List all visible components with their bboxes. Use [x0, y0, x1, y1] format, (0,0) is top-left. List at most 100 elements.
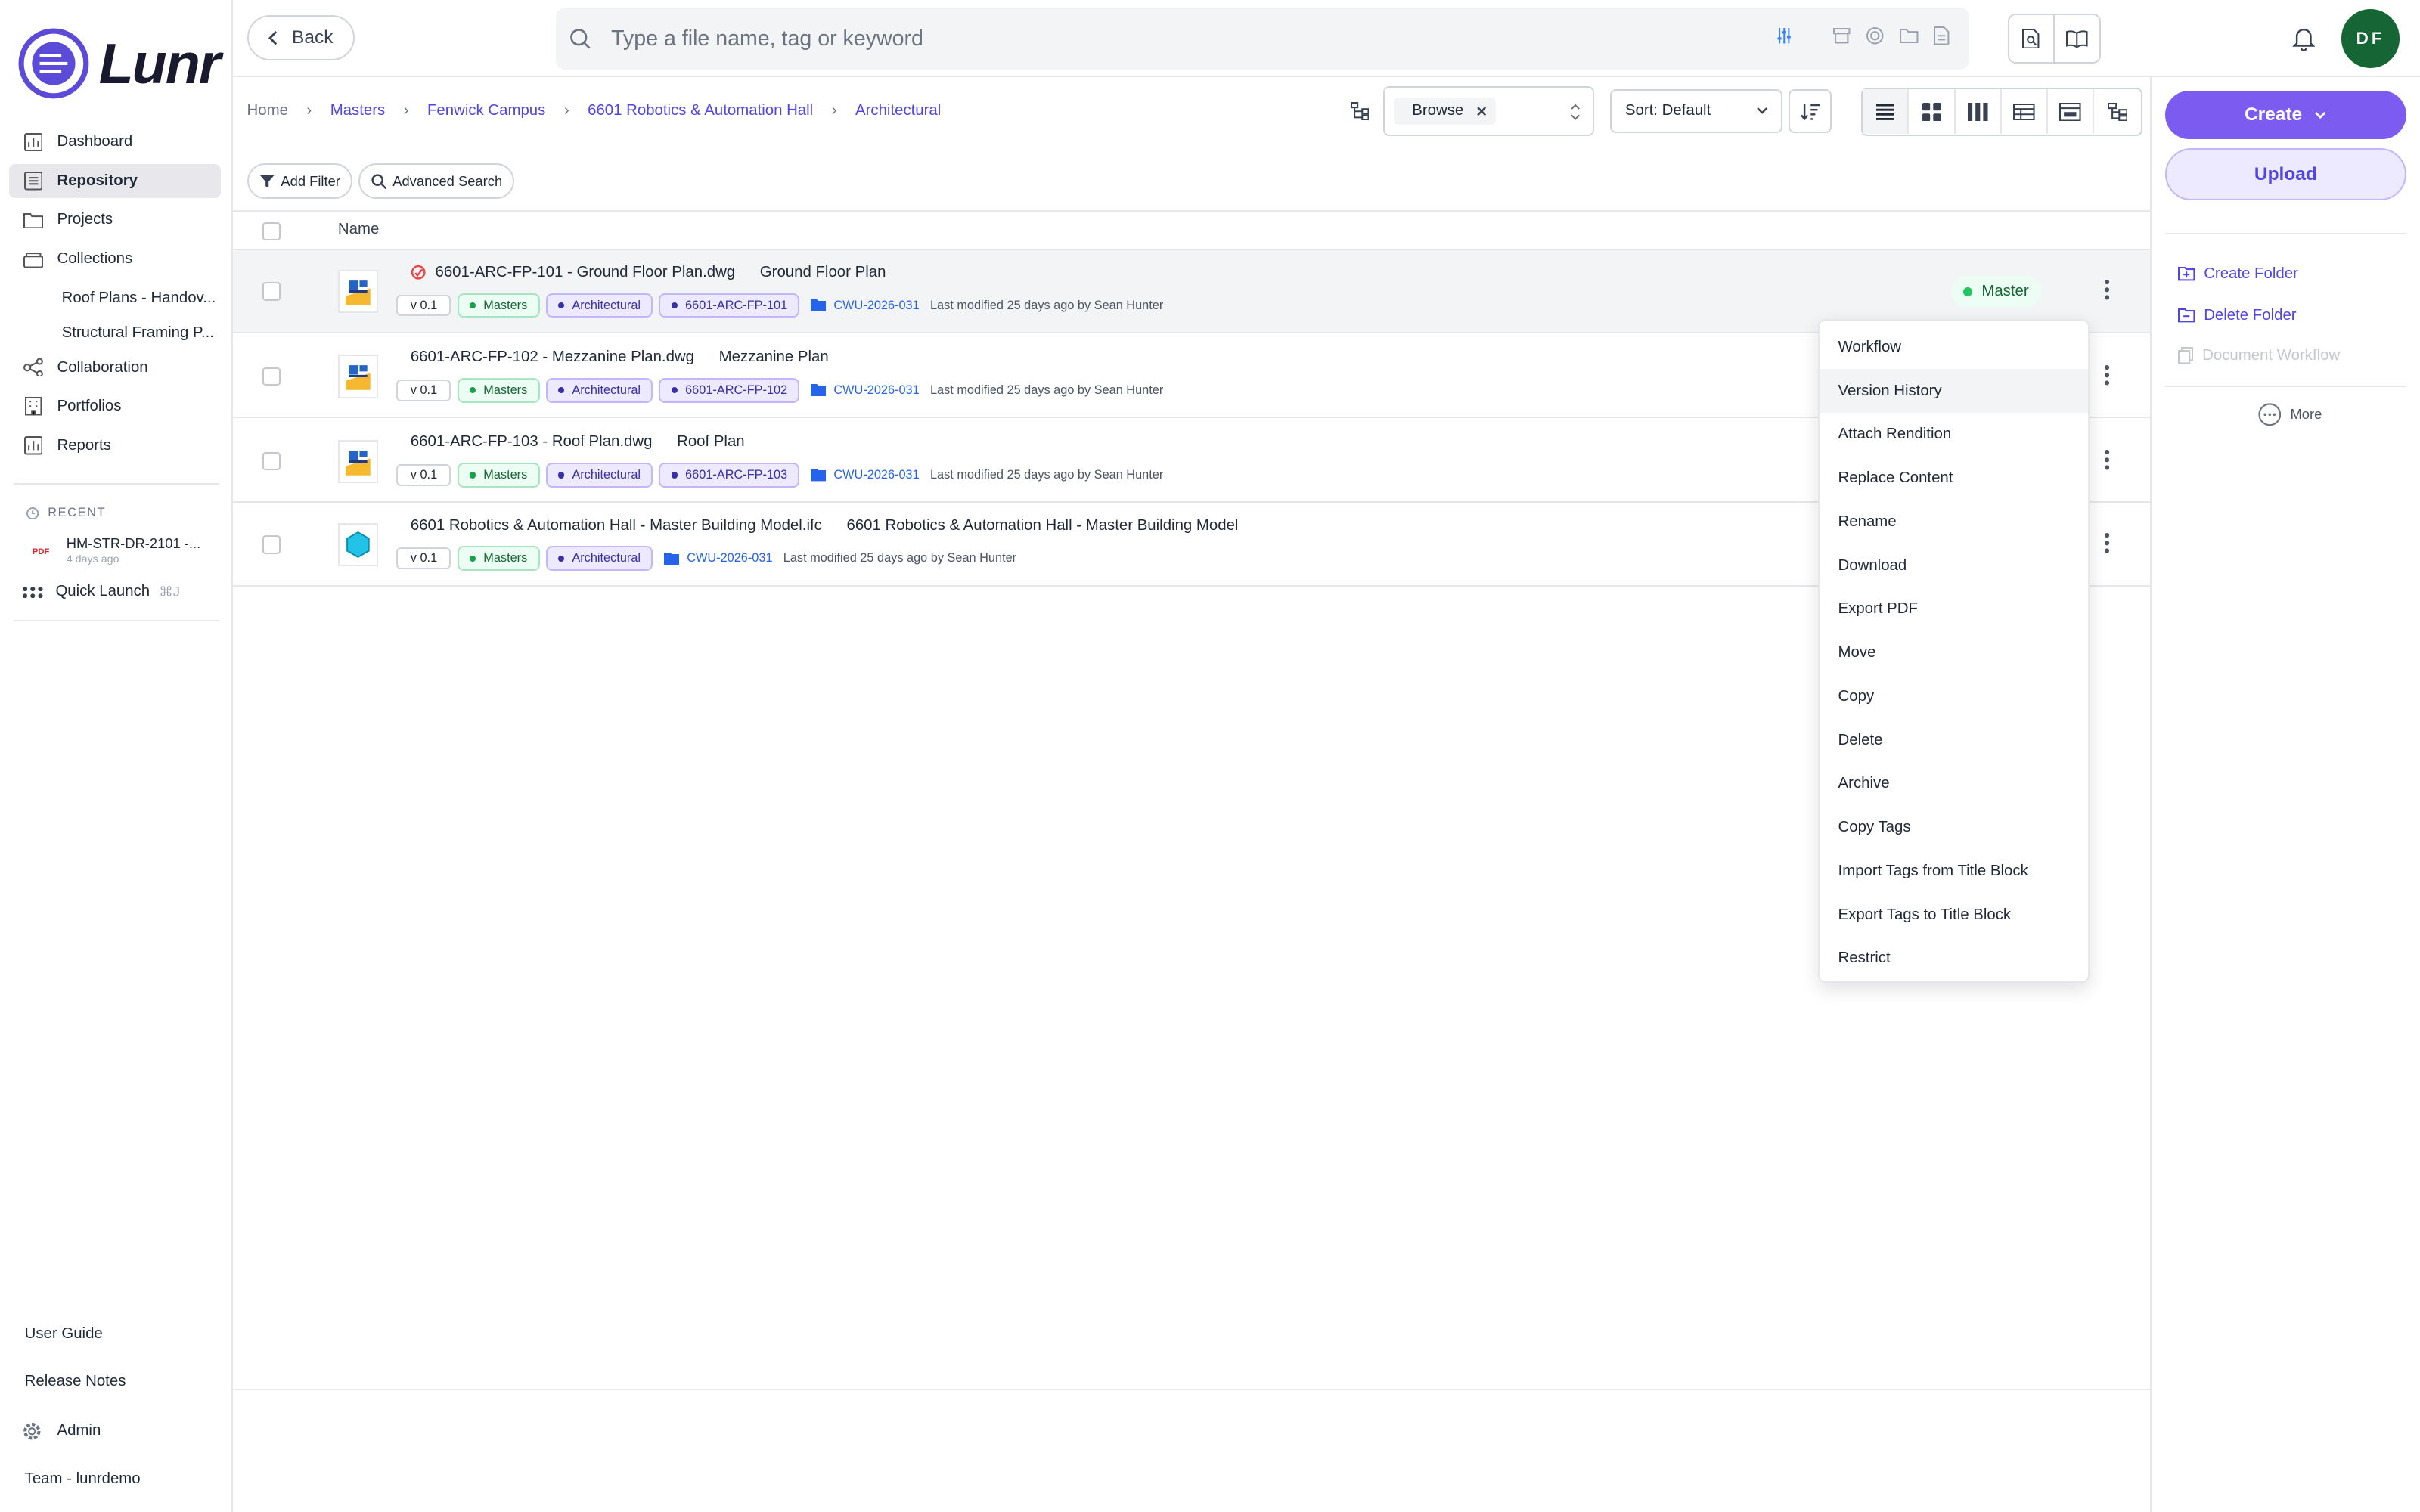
upload-button[interactable]: Upload — [2165, 147, 2406, 201]
tree-view-icon[interactable] — [1350, 101, 1370, 121]
sidebar-item-portfolios[interactable]: Portfolios — [9, 389, 221, 423]
tag[interactable]: Masters — [457, 293, 540, 318]
notifications-button[interactable] — [2291, 25, 2316, 51]
user-guide-link[interactable]: User Guide — [25, 1325, 103, 1343]
select-all-checkbox[interactable] — [262, 222, 281, 241]
tag[interactable]: Architectural — [545, 293, 653, 318]
tag[interactable]: Masters — [457, 377, 540, 403]
menu-item-version-history[interactable]: Version History — [1820, 369, 2089, 414]
menu-item-archive[interactable]: Archive — [1820, 762, 2088, 806]
breadcrumb-item[interactable]: Home — [247, 102, 288, 119]
back-button[interactable]: Back — [247, 15, 355, 60]
file-name[interactable]: 6601-ARC-FP-103 - Roof Plan.dwg — [411, 433, 653, 451]
version-badge[interactable]: v 0.1 — [396, 464, 451, 486]
document-workflow-button[interactable]: Document Workflow — [2177, 347, 2340, 364]
archive-icon[interactable] — [1833, 27, 1851, 44]
tag[interactable]: Masters — [457, 463, 540, 488]
search-input[interactable] — [611, 26, 1692, 51]
file-name[interactable]: 6601-ARC-FP-101 - Ground Floor Plan.dwg — [435, 264, 735, 281]
column-header-name[interactable]: Name — [338, 221, 379, 238]
tag[interactable]: Architectural — [545, 377, 653, 403]
list-view-button[interactable] — [1863, 89, 1910, 135]
row-menu-button[interactable] — [2104, 449, 2110, 471]
folder-link[interactable]: CWU-2026-031 — [663, 551, 773, 565]
column-view-button[interactable] — [1956, 89, 2002, 135]
breadcrumb-item[interactable]: 6601 Robotics & Automation Hall — [588, 102, 813, 119]
menu-item-rename[interactable]: Rename — [1820, 500, 2088, 544]
breadcrumb-item[interactable]: Masters — [330, 102, 386, 119]
team-selector[interactable]: Team - lunrdemo — [25, 1470, 141, 1488]
menu-item-delete[interactable]: Delete — [1820, 718, 2088, 762]
browse-select[interactable]: Browse — [1382, 86, 1595, 136]
target-icon[interactable] — [1866, 26, 1884, 45]
tag[interactable]: 6601-ARC-FP-102 — [659, 377, 800, 403]
avatar[interactable]: DF — [2341, 9, 2400, 68]
breadcrumb-item[interactable]: Fenwick Campus — [427, 102, 545, 119]
row-checkbox[interactable] — [262, 282, 281, 301]
chevron-down-icon — [2315, 111, 2326, 119]
menu-item-copy[interactable]: Copy — [1820, 675, 2088, 719]
sidebar-item-projects[interactable]: Projects — [9, 203, 221, 237]
more-button[interactable]: More — [2258, 403, 2322, 426]
tree-layout-button[interactable] — [2094, 89, 2140, 134]
menu-item-export-tags[interactable]: Export Tags to Title Block — [1820, 893, 2088, 937]
row-menu-button[interactable] — [2104, 279, 2110, 301]
close-icon[interactable] — [1476, 106, 1487, 116]
folder-link[interactable]: CWU-2026-031 — [810, 468, 920, 482]
file-search-button[interactable] — [2009, 15, 2055, 62]
row-checkbox[interactable] — [262, 535, 281, 554]
tag[interactable]: 6601-ARC-FP-101 — [659, 293, 800, 318]
document-icon[interactable] — [1934, 26, 1950, 45]
tag[interactable]: Architectural — [545, 463, 653, 488]
admin-link[interactable]: Admin — [22, 1421, 101, 1442]
logo[interactable]: Lunr — [18, 28, 221, 99]
sidebar-item-collaboration[interactable]: Collaboration — [9, 351, 221, 385]
version-badge[interactable]: v 0.1 — [396, 380, 451, 401]
menu-item-download[interactable]: Download — [1820, 544, 2088, 587]
delete-folder-button[interactable]: Delete Folder — [2177, 307, 2297, 324]
menu-item-attach-rendition[interactable]: Attach Rendition — [1820, 413, 2088, 457]
table-view-button[interactable] — [2002, 89, 2049, 135]
add-filter-button[interactable]: Add Filter — [247, 163, 353, 200]
menu-item-copy-tags[interactable]: Copy Tags — [1820, 806, 2088, 850]
advanced-search-button[interactable]: Advanced Search — [358, 163, 515, 200]
collection-item[interactable]: Structural Framing P... — [9, 316, 221, 350]
sidebar-item-dashboard[interactable]: Dashboard — [9, 125, 221, 159]
release-notes-link[interactable]: Release Notes — [25, 1373, 126, 1390]
menu-item-export-pdf[interactable]: Export PDF — [1820, 587, 2088, 631]
menu-item-workflow[interactable]: Workflow — [1820, 326, 2088, 370]
sort-direction-button[interactable] — [1789, 89, 1832, 133]
folder-link[interactable]: CWU-2026-031 — [810, 299, 920, 313]
file-name[interactable]: 6601 Robotics & Automation Hall - Master… — [411, 517, 822, 534]
sidebar-item-collections[interactable]: Collections — [9, 242, 221, 276]
create-button[interactable]: Create — [2165, 91, 2406, 139]
tag[interactable]: Architectural — [545, 546, 653, 572]
menu-item-restrict[interactable]: Restrict — [1820, 937, 2088, 981]
folder-icon[interactable] — [1900, 28, 1919, 44]
file-name[interactable]: 6601-ARC-FP-102 - Mezzanine Plan.dwg — [411, 349, 694, 366]
version-badge[interactable]: v 0.1 — [396, 294, 451, 317]
grid-view-button[interactable] — [1909, 89, 1956, 135]
sort-select[interactable]: Sort: Default — [1609, 89, 1783, 133]
menu-item-move[interactable]: Move — [1820, 631, 2088, 675]
row-checkbox[interactable] — [262, 451, 281, 471]
create-folder-button[interactable]: Create Folder — [2177, 265, 2298, 283]
book-button[interactable] — [2055, 15, 2099, 61]
row-checkbox[interactable] — [262, 367, 281, 386]
tag[interactable]: 6601-ARC-FP-103 — [659, 463, 800, 488]
row-menu-button[interactable] — [2104, 364, 2110, 386]
quick-launch-button[interactable]: Quick Launch ⌘J — [22, 583, 180, 600]
sidebar-item-repository[interactable]: Repository — [9, 163, 221, 198]
calendar-view-button[interactable] — [2048, 89, 2095, 135]
row-menu-button[interactable] — [2104, 532, 2110, 554]
collection-item[interactable]: Roof Plans - Handov... — [9, 281, 221, 315]
menu-item-replace-content[interactable]: Replace Content — [1820, 457, 2088, 500]
sidebar-item-reports[interactable]: Reports — [9, 429, 221, 463]
tag[interactable]: Masters — [457, 546, 540, 572]
recent-item[interactable]: PDF HM-STR-DR-2101 -... 4 days ago — [28, 535, 200, 565]
version-badge[interactable]: v 0.1 — [396, 547, 451, 570]
sliders-icon[interactable] — [1775, 26, 1793, 45]
menu-item-import-tags[interactable]: Import Tags from Title Block — [1820, 850, 2088, 894]
breadcrumb-item[interactable]: Architectural — [855, 102, 941, 119]
folder-link[interactable]: CWU-2026-031 — [810, 383, 920, 398]
